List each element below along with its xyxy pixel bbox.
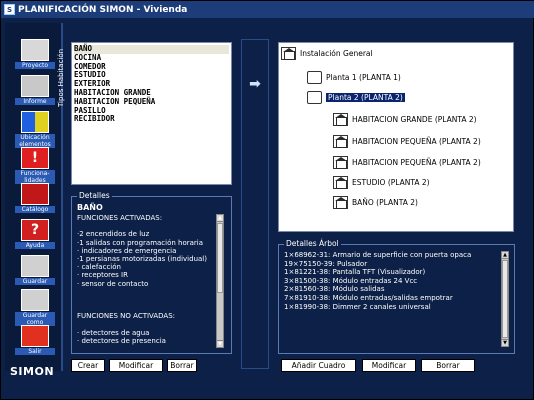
location-icon [21,111,49,133]
tree-floor-2[interactable]: Planta 2 (PLANTA 2) [307,91,405,104]
exit-icon [21,325,49,347]
floppy-as-icon [21,289,49,311]
modificar-right-button[interactable]: Modificar [362,359,416,372]
installation-tree[interactable]: Instalación General Planta 1 (PLANTA 1) … [278,42,514,232]
floppy-icon [21,255,49,277]
informe-label: Informe [15,98,55,105]
tree-details-text: 1×68962-31: Armario de superficie con pu… [284,251,472,311]
tree-room-1[interactable]: HABITACION GRANDE (PLANTA 2) [333,113,477,126]
anadir-cuadro-button[interactable]: Añadir Cuadro [281,359,356,372]
borrar-left-button[interactable]: Borrar [167,359,197,372]
tree-room-5[interactable]: BAÑO (PLANTA 2) [333,196,418,209]
salir-label: Salir [15,348,55,355]
tree-room-2-label: HABITACION PEQUEÑA (PLANTA 2) [352,137,481,146]
informe-button[interactable]: Informe [15,75,55,105]
borrar-right-button[interactable]: Borrar [421,359,475,372]
catalogo-button[interactable]: Catálogo [15,183,55,213]
tree-details-box: 1×68962-31: Armario de superficie con pu… [282,249,511,349]
exclamation-icon: ! [21,147,49,169]
crear-button[interactable]: Crear [71,359,105,372]
tree-details-scrollbar[interactable]: ▲ ▼ [501,251,509,347]
title-bar: S PLANIFICACIÓN SIMON - Vivienda [1,1,534,18]
book-icon [21,183,49,205]
tree-room-3[interactable]: HABITACION PEQUEÑA (PLANTA 2) [333,156,481,169]
salir-button[interactable]: Salir [15,325,55,355]
ayuda-button[interactable]: ? Ayuda [15,219,55,249]
tree-details-title: Detalles Árbol [284,239,341,248]
details-room-name: BAÑO [77,203,103,212]
house-icon [333,156,348,169]
modificar-left-button[interactable]: Modificar [109,359,163,372]
house-icon [333,135,348,148]
house-icon [333,113,348,126]
ubicacion-button[interactable]: Ubicación elementos [15,111,55,148]
details-title: Detalles [77,191,112,200]
main-window: S PLANIFICACIÓN SIMON - Vivienda Proyect… [0,0,534,400]
house-icon [333,176,348,189]
tipos-habitacion-label: Tipos Habitación [57,48,65,107]
printer-icon [21,75,49,97]
tree-root-label: Instalación General [300,49,373,58]
funcionalidades-label: Funciona-lidades [15,170,55,184]
tree-room-4-label: ESTUDIO (PLANTA 2) [352,178,430,187]
house-icon [281,47,296,60]
folder-icon [21,39,49,61]
details-box: BAÑO FUNCIONES ACTIVADAS: ·2 encendidos … [75,200,229,350]
guardar-como-button[interactable]: Guardar como [15,289,55,326]
details-text: FUNCIONES ACTIVADAS: ·2 encendidos de lu… [77,214,207,346]
ubicacion-label: Ubicación elementos [15,134,55,148]
proyecto-label: Proyecto [15,62,55,69]
scroll-thumb[interactable] [217,223,223,293]
guardar-button[interactable]: Guardar [15,255,55,285]
side-toolbar: Proyecto Informe Ubicación elementos ! F… [5,23,63,371]
scroll-up-icon[interactable]: ▲ [502,252,508,259]
tree-room-2[interactable]: HABITACION PEQUEÑA (PLANTA 2) [333,135,481,148]
proyecto-button[interactable]: Proyecto [15,39,55,69]
tree-room-4[interactable]: ESTUDIO (PLANTA 2) [333,176,430,189]
room-type-list[interactable]: BAÑO COCINA COMEDOR ESTUDIO EXTERIOR HABITACI… [71,42,232,185]
guardar-label: Guardar [15,278,55,285]
app-icon: S [4,4,15,15]
scroll-down-icon[interactable]: ▼ [217,340,223,347]
help-icon: ? [21,219,49,241]
scroll-thumb[interactable] [502,260,508,338]
tree-room-3-label: HABITACION PEQUEÑA (PLANTA 2) [352,158,481,167]
tree-room-1-label: HABITACION GRANDE (PLANTA 2) [352,115,477,124]
house-icon [333,196,348,209]
funcionalidades-button[interactable]: ! Funciona-lidades [15,147,55,184]
tree-floor-1[interactable]: Planta 1 (PLANTA 1) [307,71,401,84]
guardar-como-label: Guardar como [15,312,55,326]
floor-icon [307,91,322,104]
tree-floor-2-label: Planta 2 (PLANTA 2) [326,93,405,102]
catalogo-label: Catálogo [15,206,55,213]
tree-room-5-label: BAÑO (PLANTA 2) [352,198,418,207]
tree-root[interactable]: Instalación General [281,47,373,60]
tree-floor-1-label: Planta 1 (PLANTA 1) [326,73,401,82]
ayuda-label: Ayuda [15,242,55,249]
scroll-down-icon[interactable]: ▼ [502,339,508,346]
room-type-item[interactable]: RECIBIDOR [74,115,229,124]
assign-arrow-icon[interactable]: ➡ [245,76,265,92]
details-scrollbar[interactable]: ▲ ▼ [216,214,224,348]
simon-logo: SIMON [10,365,55,378]
window-title: PLANIFICACIÓN SIMON - Vivienda [18,4,188,15]
scroll-up-icon[interactable]: ▲ [217,215,223,222]
floor-icon [307,71,322,84]
